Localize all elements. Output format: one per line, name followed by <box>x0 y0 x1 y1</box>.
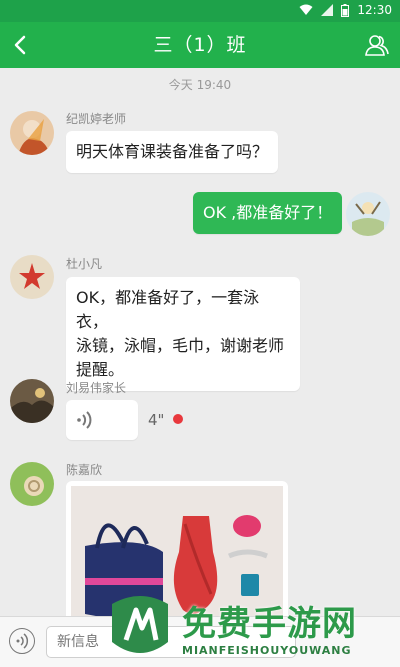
sender-name: 刘易伟家长 <box>66 381 127 395</box>
voice-input-icon <box>16 633 29 649</box>
status-time: 12:30 <box>357 3 392 17</box>
chat-timestamp: 今天 19:40 <box>168 78 232 92</box>
teacher-avatar-image <box>10 111 54 155</box>
snail-avatar-image <box>10 462 54 506</box>
message-text-line: 泳镜，泳帽，毛巾，谢谢老师 <box>76 336 285 355</box>
wifi-icon <box>299 4 313 15</box>
message-bubble[interactable]: 明天体育课装备准备了吗？ <box>66 131 279 173</box>
sender-name: 陈嘉欣 <box>66 463 103 477</box>
message-text: OK ,都准备好了！ <box>203 203 333 222</box>
status-bar: 12:30 <box>0 0 400 22</box>
sender-name: 纪凯婷老师 <box>66 112 127 126</box>
nav-bar: 三（1）班 <box>0 22 400 68</box>
status-icons: 12:30 <box>299 3 392 17</box>
message-text-line: OK，都准备好了，一套泳衣， <box>76 288 260 331</box>
my-avatar-image <box>346 192 390 236</box>
voice-duration: 4" <box>148 411 165 429</box>
message-bubble[interactable]: OK，都准备好了，一套泳衣， 泳镜，泳帽，毛巾，谢谢老师 提醒。 <box>66 277 300 391</box>
watermark: 免费手游网 MIANFEISHOUYOUWANG <box>102 592 400 666</box>
watermark-brand-cn: 免费手游网 <box>182 604 357 644</box>
starfish-avatar-image <box>10 255 54 299</box>
voice-wave-icon <box>77 411 92 429</box>
watermark-logo <box>112 596 168 653</box>
signal-icon <box>321 4 334 16</box>
my-message-bubble[interactable]: OK ,都准备好了！ <box>193 192 343 234</box>
battery-icon <box>341 3 350 17</box>
landscape-avatar-image <box>10 379 54 423</box>
avatar[interactable] <box>10 379 54 423</box>
my-avatar[interactable] <box>346 192 390 236</box>
avatar[interactable] <box>10 255 54 299</box>
unread-dot <box>173 414 183 424</box>
avatar[interactable] <box>10 462 54 506</box>
voice-input-toggle[interactable] <box>9 628 35 654</box>
message-text: 明天体育课装备准备了吗？ <box>76 142 269 161</box>
avatar[interactable] <box>10 111 54 155</box>
chat-title: 三（1）班 <box>153 34 247 56</box>
voice-message-bubble[interactable] <box>66 400 138 440</box>
group-members-icon[interactable] <box>364 32 390 58</box>
sender-name: 杜小凡 <box>66 257 103 271</box>
watermark-brand-en: MIANFEISHOUYOUWANG <box>182 644 352 657</box>
